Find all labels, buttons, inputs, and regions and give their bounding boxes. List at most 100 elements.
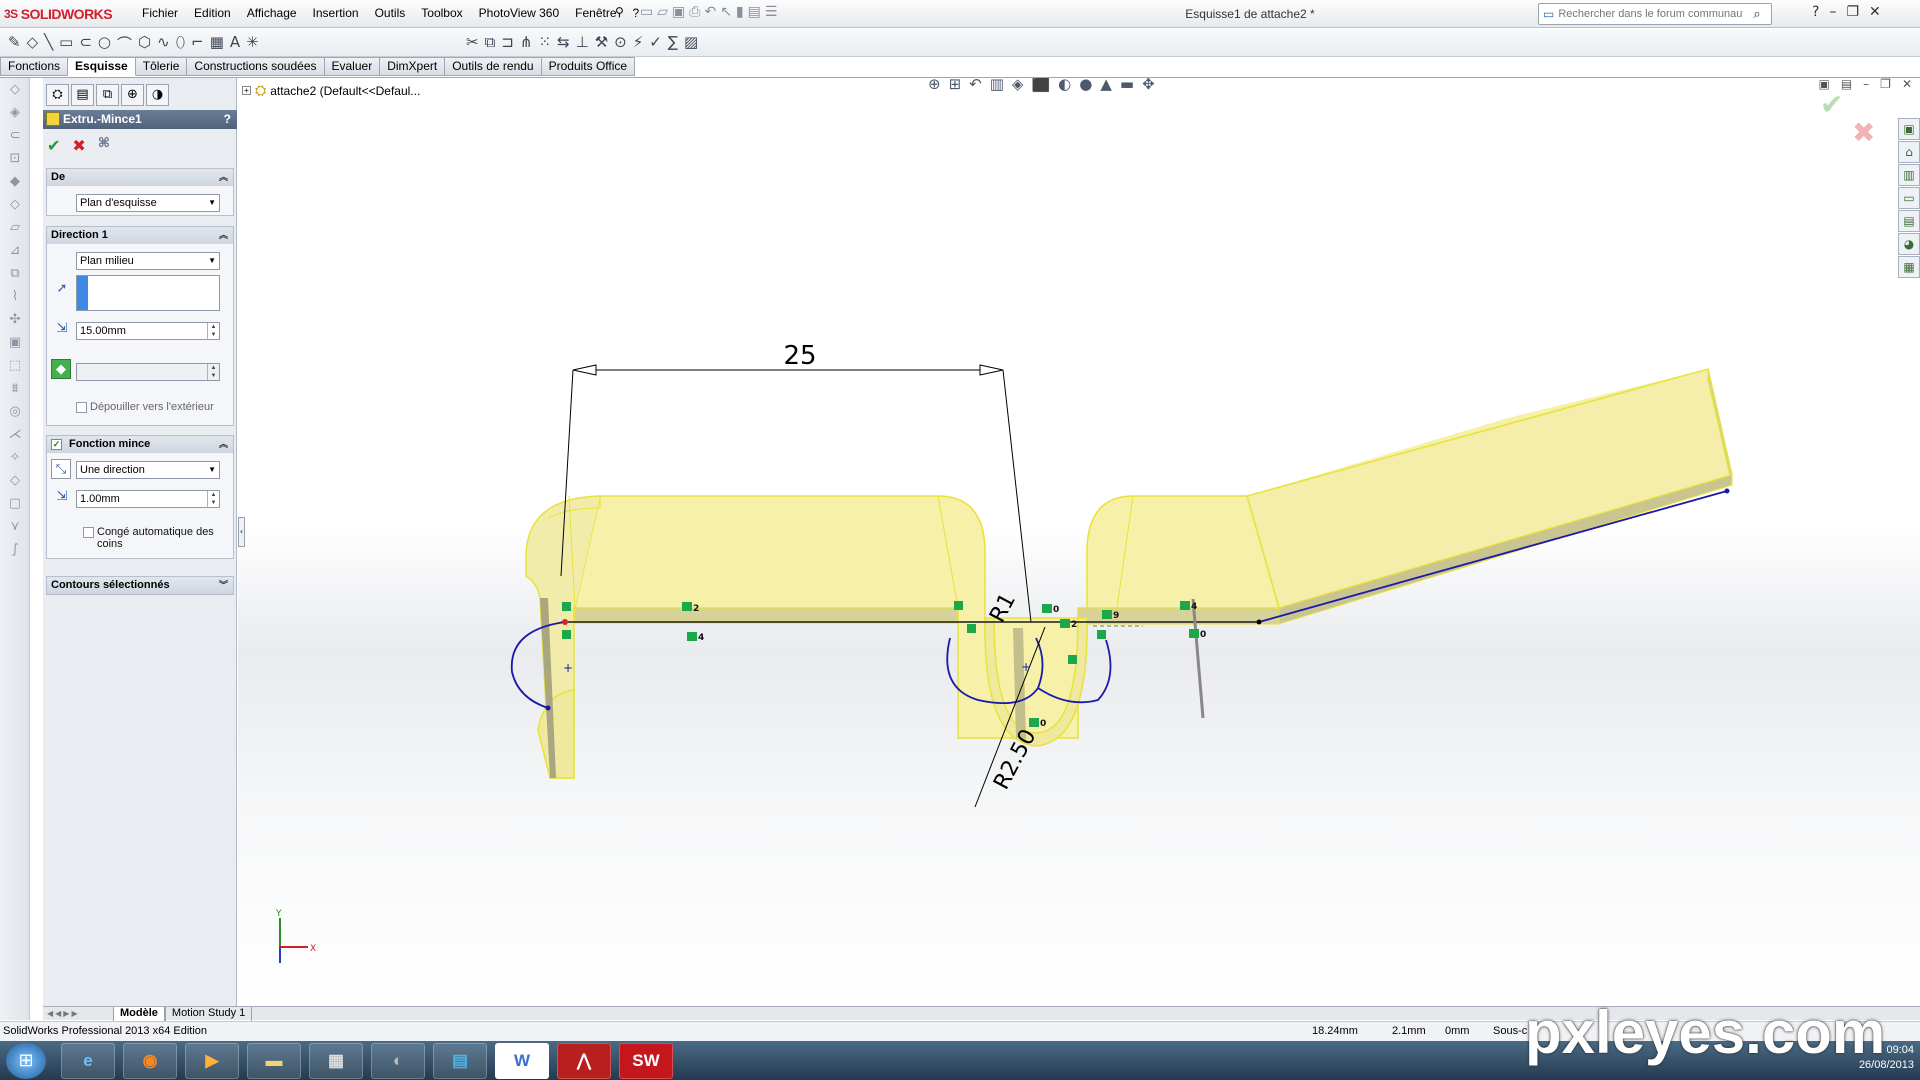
section-thin-feature-header[interactable]: ✓ Fonction mince ︽ bbox=[47, 436, 233, 453]
menu-toolbox[interactable]: Toolbox bbox=[413, 6, 470, 20]
offset-icon[interactable]: ⊐ bbox=[501, 33, 514, 51]
taskbar-solidworks-icon[interactable]: SW bbox=[619, 1043, 673, 1079]
repair-sketch-icon[interactable]: ⚒ bbox=[595, 33, 608, 51]
taskbar-ie-icon[interactable]: e bbox=[61, 1043, 115, 1079]
chevron-up-icon[interactable]: ︽ bbox=[219, 436, 228, 453]
configuration-manager-tab-icon[interactable]: ⧉ bbox=[96, 84, 119, 106]
quick-snaps-icon[interactable]: ⊙ bbox=[614, 33, 627, 51]
thin-type-select[interactable]: Une direction ▼ bbox=[76, 461, 220, 479]
open-icon[interactable]: ▱ bbox=[657, 4, 668, 20]
pin-icon[interactable]: ⚲ bbox=[615, 5, 624, 19]
tool-strip-item-6-icon[interactable]: ◇ bbox=[0, 193, 30, 216]
feature-manager-tab-icon[interactable]: ⛭ bbox=[46, 84, 69, 106]
tab-tolerie[interactable]: Tôlerie bbox=[135, 57, 188, 76]
viewport-restore-button[interactable]: ❐ bbox=[1880, 78, 1891, 91]
view-settings-icon[interactable]: ▬ bbox=[1120, 78, 1134, 93]
draft-outward-checkbox[interactable] bbox=[76, 402, 87, 413]
tab-constructions-soudees[interactable]: Constructions soudées bbox=[187, 57, 325, 76]
direction-arrow-icon[interactable]: ➚ bbox=[52, 279, 72, 299]
ok-button[interactable]: ✔ bbox=[47, 136, 60, 155]
save-icon[interactable]: ▣ bbox=[672, 4, 685, 20]
tool-strip-item-4-icon[interactable]: ⊡ bbox=[0, 147, 30, 170]
file-explorer-icon[interactable]: ▭ bbox=[1898, 187, 1920, 209]
taskbar-calculator-icon[interactable]: ▦ bbox=[309, 1043, 363, 1079]
solidworks-resources-icon[interactable]: ▣ bbox=[1898, 118, 1920, 140]
detailed-preview-icon[interactable]: ⌘ bbox=[98, 136, 110, 155]
tool-strip-item-17-icon[interactable]: ✧ bbox=[0, 446, 30, 469]
linear-pattern-icon[interactable]: ⁙ bbox=[538, 33, 551, 51]
tool-strip-item-7-icon[interactable]: ▱ bbox=[0, 216, 30, 239]
section-view-icon[interactable]: ▥ bbox=[990, 78, 1004, 93]
move-icon[interactable]: ⇆ bbox=[557, 33, 570, 51]
line-icon[interactable]: ╲ bbox=[44, 33, 53, 54]
tool-strip-item-1-icon[interactable]: ◇ bbox=[0, 78, 30, 101]
thickness-spinner[interactable]: ▲ ▼ bbox=[207, 491, 219, 507]
chevron-up-icon[interactable]: ︽ bbox=[219, 169, 228, 186]
new-document-icon[interactable]: ▭ bbox=[640, 4, 653, 20]
rectangle-icon[interactable]: ▭ bbox=[59, 33, 73, 54]
apply-scene-icon[interactable]: ▲ bbox=[1100, 78, 1112, 93]
close-button[interactable]: ✕ bbox=[1869, 4, 1881, 20]
menu-photoview[interactable]: PhotoView 360 bbox=[471, 6, 568, 20]
tab-evaluer[interactable]: Evaluer bbox=[324, 57, 381, 76]
instant2d-icon[interactable]: ✓ bbox=[649, 33, 662, 51]
expand-icon[interactable]: + bbox=[242, 86, 251, 95]
appearances-icon[interactable]: ◕ bbox=[1898, 233, 1920, 255]
menu-fichier[interactable]: Fichier bbox=[134, 6, 186, 20]
solidworks-logo[interactable]: 3S SOLIDWORKS bbox=[4, 4, 113, 24]
tab-fonctions[interactable]: Fonctions bbox=[0, 57, 69, 76]
fillet-icon[interactable]: ⌐ bbox=[191, 33, 204, 54]
taskbar-acrobat-icon[interactable]: ⋀ bbox=[557, 1043, 611, 1079]
help-icon[interactable]: ? bbox=[1812, 4, 1819, 20]
confirm-ok-icon[interactable]: ✔ bbox=[1820, 88, 1843, 121]
auto-fillet-option[interactable]: Congé automatique des coins bbox=[83, 526, 223, 550]
display-relations-icon[interactable]: ⊥ bbox=[576, 33, 589, 51]
taskbar-firefox-icon[interactable]: ◉ bbox=[123, 1043, 177, 1079]
convert-entities-icon[interactable]: ⧉ bbox=[485, 33, 496, 51]
relation-marker[interactable] bbox=[562, 630, 571, 639]
mirror-icon[interactable]: ⋔ bbox=[520, 33, 533, 51]
tool-strip-item-15-icon[interactable]: ◎ bbox=[0, 400, 30, 423]
relation-marker[interactable] bbox=[954, 601, 963, 610]
tool-strip-item-18-icon[interactable]: ◇ bbox=[0, 469, 30, 492]
sketch-picture-icon[interactable]: ▨ bbox=[684, 33, 698, 51]
custom-properties-icon[interactable]: ▦ bbox=[1898, 256, 1920, 278]
tab-motion-study[interactable]: Motion Study 1 bbox=[164, 1006, 253, 1021]
previous-view-icon[interactable]: ↶ bbox=[969, 78, 982, 93]
circle-icon[interactable]: ○ bbox=[98, 33, 111, 54]
tab-model[interactable]: Modèle bbox=[113, 1006, 165, 1021]
property-manager-tab-icon[interactable]: ▤ bbox=[71, 84, 94, 106]
design-library-icon[interactable]: ▥ bbox=[1898, 164, 1920, 186]
restore-button[interactable]: ❐ bbox=[1846, 4, 1859, 20]
slot-icon[interactable]: ⊂ bbox=[79, 33, 92, 54]
taskbar-gimp-icon[interactable]: ◐ bbox=[371, 1043, 425, 1079]
plane-icon[interactable]: ▦ bbox=[210, 33, 224, 54]
file-properties-icon[interactable]: ▤ bbox=[748, 4, 761, 20]
tool-strip-item-16-icon[interactable]: ⋌ bbox=[0, 423, 30, 446]
rebuild-icon[interactable]: ▮ bbox=[736, 4, 744, 20]
start-button[interactable]: ⊞ bbox=[6, 1043, 46, 1079]
menu-outils[interactable]: Outils bbox=[367, 6, 414, 20]
zoom-to-area-icon[interactable]: ⊞ bbox=[949, 78, 962, 93]
view-orientation-icon[interactable]: ◈ bbox=[1012, 78, 1024, 93]
spline-icon[interactable]: ∿ bbox=[157, 33, 170, 54]
select-icon[interactable]: ↖ bbox=[720, 4, 732, 20]
tool-strip-item-3-icon[interactable]: ⊂ bbox=[0, 124, 30, 147]
undo-icon[interactable]: ↶ bbox=[704, 4, 716, 20]
hide-show-icon[interactable]: ◐ bbox=[1058, 78, 1071, 93]
sketch-point[interactable] bbox=[545, 705, 551, 711]
thin-feature-checkbox[interactable]: ✓ bbox=[51, 439, 62, 450]
feature-tree-root[interactable]: + ⛭ attache2 (Default<<Defaul... bbox=[242, 82, 420, 99]
tab-esquisse[interactable]: Esquisse bbox=[68, 57, 136, 76]
chevron-down-icon[interactable]: ︾ bbox=[219, 577, 228, 594]
edit-appearance-icon[interactable]: ● bbox=[1079, 78, 1092, 93]
point-icon[interactable]: ✳ bbox=[246, 33, 259, 54]
tool-strip-item-20-icon[interactable]: ⋎ bbox=[0, 515, 30, 538]
sketch-point[interactable] bbox=[1724, 488, 1730, 494]
section-direction1-header[interactable]: Direction 1 ︽ bbox=[47, 227, 233, 244]
display-manager-tab-icon[interactable]: ◑ bbox=[146, 84, 169, 106]
tool-strip-item-12-icon[interactable]: ▣ bbox=[0, 331, 30, 354]
tool-strip-item-13-icon[interactable]: ⬚ bbox=[0, 354, 30, 377]
relation-marker[interactable] bbox=[1097, 630, 1106, 639]
menu-edition[interactable]: Edition bbox=[186, 6, 239, 20]
